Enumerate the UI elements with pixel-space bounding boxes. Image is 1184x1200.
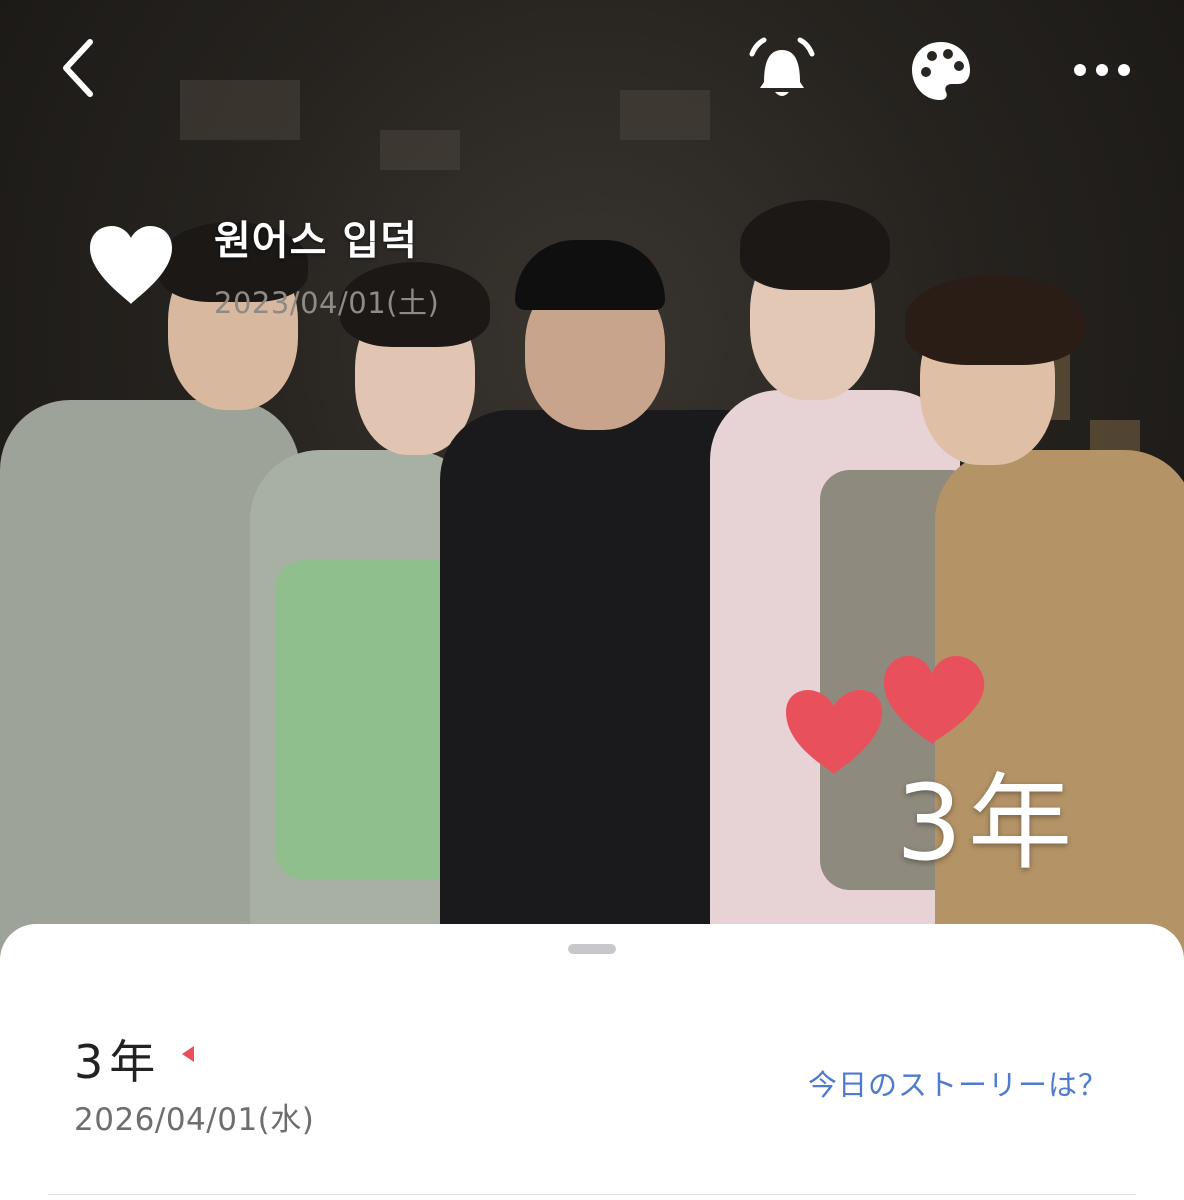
years-date: 2026/04/01(水) xyxy=(74,1102,315,1138)
small-heart-icon xyxy=(182,1046,194,1062)
back-button[interactable] xyxy=(56,36,104,100)
bell-icon xyxy=(749,37,815,96)
bottom-sheet[interactable]: 3年 2026/04/01(水) 今日のストーリーは？ xyxy=(0,924,1184,1200)
event-title: 원어스 입덕 xyxy=(214,218,418,264)
sheet-grabber[interactable] xyxy=(568,944,616,954)
theme-button[interactable] xyxy=(908,38,974,104)
event-date: 2023/04/01(土) xyxy=(214,286,440,320)
more-button[interactable] xyxy=(1070,56,1134,84)
palette-icon xyxy=(912,42,970,100)
heart-icon xyxy=(90,226,172,304)
stamp-years-text: 3年 xyxy=(896,762,1079,884)
years-label: 3年 xyxy=(74,1035,162,1089)
notification-button[interactable] xyxy=(744,34,820,104)
more-horizontal-icon xyxy=(1074,64,1130,76)
todays-story-link[interactable]: 今日のストーリーは？ xyxy=(808,1062,1108,1104)
divider xyxy=(48,1194,1136,1195)
chevron-left-icon xyxy=(63,39,93,97)
